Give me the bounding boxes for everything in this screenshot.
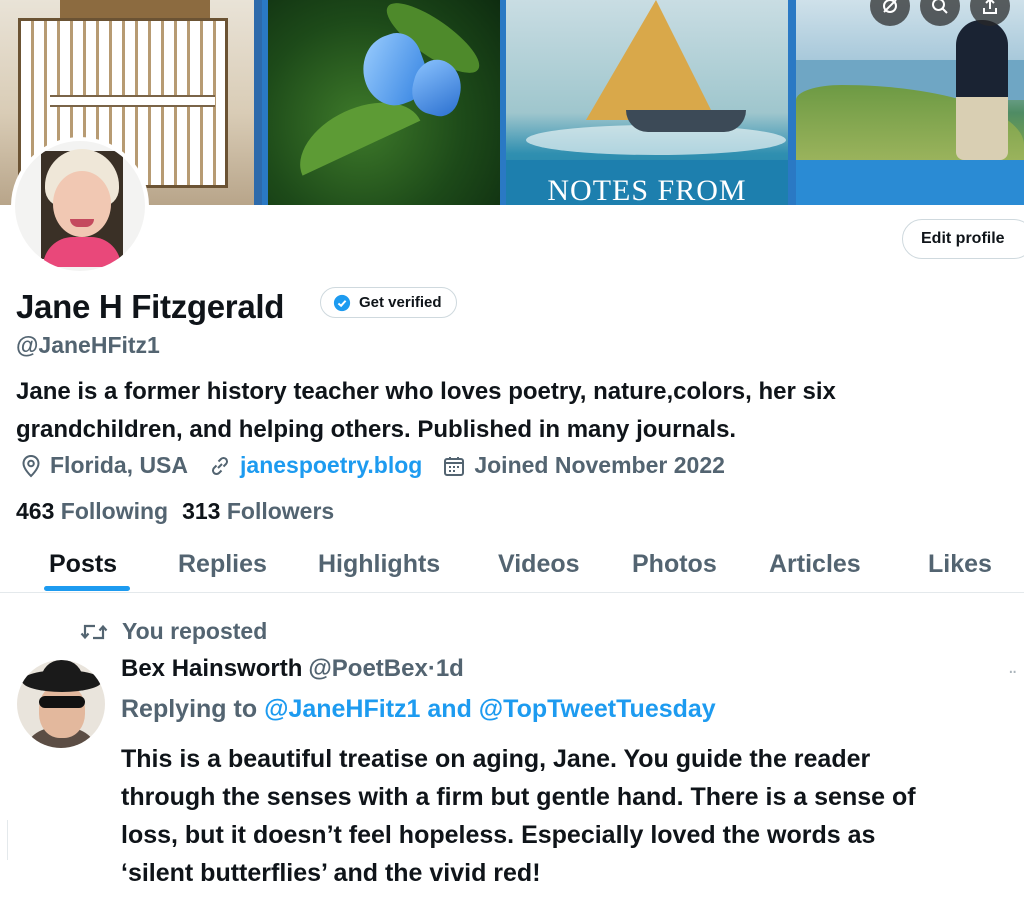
profile-banner[interactable]: NOTES FROM [0,0,1024,205]
profile-meta: Florida, USA janespoetry.blog Joined Nov… [20,452,745,479]
location-pin-icon [22,454,40,477]
following-label: Following [60,498,169,524]
column-divider [0,820,8,860]
tweet-time[interactable]: 1d [436,655,464,683]
banner-butterfly-image [268,0,500,205]
book-cover-title: NOTES FROM [506,160,788,205]
tweet-author-handle[interactable]: @PoetBex [308,655,427,683]
no-notifications-icon[interactable] [870,0,910,26]
display-name: Jane H Fitzgerald [16,288,285,325]
edit-profile-button[interactable]: Edit profile [902,219,1024,259]
mention-link[interactable]: @TopTweetTuesday [479,695,716,723]
tweet-separator: · [427,655,436,682]
tab-photos[interactable]: Photos [632,550,717,579]
and-word: and [427,695,472,723]
tweet-text-line: loss, but it doesn’t feel hopeless. Espe… [121,821,876,849]
search-icon[interactable] [920,0,960,26]
tweet-text: This is a beautiful treatise on aging, J… [121,740,1011,892]
location-text: Florida, USA [50,452,189,478]
joined-item: Joined November 2022 [442,452,725,479]
banner-action-icons [870,0,1010,26]
bio-line: Jane is a former history teacher who lov… [16,378,836,405]
get-verified-button[interactable]: Get verified [320,287,457,318]
followers-count: 313 [182,498,221,524]
location-item: Florida, USA [20,452,188,479]
replying-to-line: Replying to @JaneHFitz1 and @TopTweetTue… [121,695,716,724]
followers-label: Followers [226,498,335,524]
profile-handle: @JaneHFitz1 [16,332,160,358]
link-icon [211,456,229,475]
active-tab-indicator [44,586,130,591]
tab-posts[interactable]: Posts [49,550,117,579]
repost-icon [80,624,108,639]
tweet-text-line: through the senses with a firm but gentl… [121,783,916,811]
tab-replies[interactable]: Replies [178,550,267,579]
tab-highlights[interactable]: Highlights [318,550,440,579]
joined-text: Joined November 2022 [474,452,725,478]
tweet-author-avatar[interactable] [17,660,105,748]
tweet-text-line: ‘silent butterflies’ and the vivid red! [121,859,541,887]
website-link[interactable]: janespoetry.blog [240,452,422,479]
following-link[interactable]: 463 Following [16,498,168,525]
tweet-text-line: This is a beautiful treatise on aging, J… [121,745,871,773]
banner-book-cover: NOTES FROM [506,0,788,205]
replying-prefix: Replying to [121,695,258,723]
calendar-icon [444,456,465,476]
website-item[interactable]: janespoetry.blog [208,452,422,479]
profile-tabs: Posts Replies Highlights Videos Photos A… [0,540,1024,593]
profile-bio: Jane is a former history teacher who lov… [16,373,1011,449]
tweet-author-name[interactable]: Bex Hainsworth [121,655,302,683]
tab-articles[interactable]: Articles [769,550,861,579]
profile-avatar[interactable] [11,137,149,275]
tab-likes[interactable]: Likes [928,550,992,579]
follow-stats: 463 Following 313 Followers [16,498,334,525]
banner-coast-photo [796,0,1024,205]
mention-link[interactable]: @JaneHFitz1 [264,695,420,723]
verified-badge-icon [333,294,351,311]
repost-indicator: You reposted [80,618,267,645]
bio-line: grandchildren, and helping others. Publi… [16,416,737,443]
tab-videos[interactable]: Videos [498,550,580,579]
repost-label: You reposted [122,618,268,644]
more-options-icon[interactable]: ·· [1008,662,1018,683]
share-icon[interactable] [970,0,1010,26]
get-verified-label: Get verified [359,294,442,311]
tweet-header: Bex Hainsworth @PoetBex · 1d [121,655,464,683]
followers-link[interactable]: 313 Followers [182,498,334,525]
following-count: 463 [16,498,55,524]
